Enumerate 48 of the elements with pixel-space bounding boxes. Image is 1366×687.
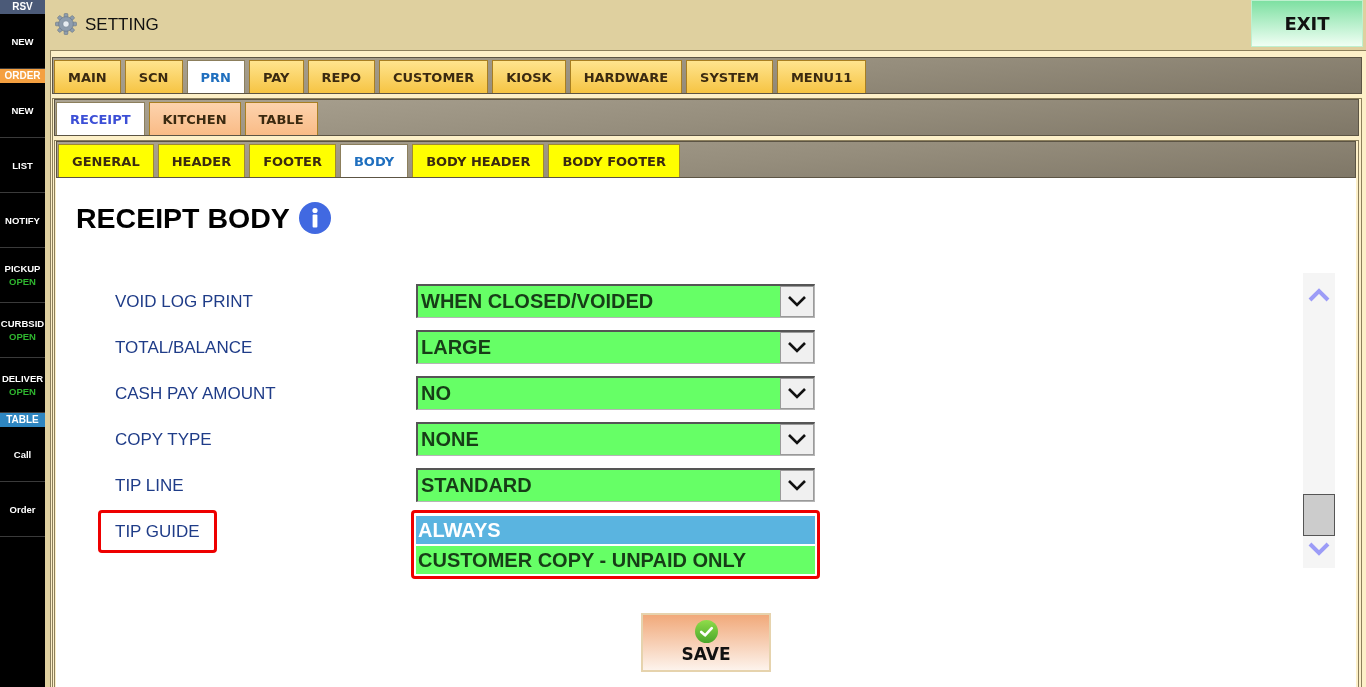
tab[interactable]: PAY [248,60,304,93]
save-button[interactable]: SAVE [641,613,771,672]
scrollbar-thumb[interactable] [1303,494,1335,536]
tab[interactable]: RECEIPT [56,102,145,135]
tab[interactable]: HARDWARE [569,60,683,93]
info-icon[interactable] [298,202,331,234]
tab[interactable]: MAIN [54,60,121,93]
setting-label: TIP LINE [115,475,184,497]
dropdown[interactable]: NONE [416,422,815,456]
sidebar-section-header: RSV [0,0,45,14]
setting-label: CASH PAY AMOUNT [115,383,276,405]
setting-label: COPY TYPE [115,429,212,451]
check-circle-icon [694,620,718,643]
dropdown[interactable]: WHEN CLOSED/VOIDED [416,284,815,318]
tab[interactable]: PRN [186,60,245,93]
tab[interactable]: CUSTOMER [379,60,489,93]
tab[interactable]: SYSTEM [686,60,773,93]
tab[interactable]: SCN [124,60,183,93]
setting-label: TIP GUIDE [98,510,217,553]
exit-button[interactable]: EXIT [1251,0,1363,47]
chevron-down-icon[interactable] [780,286,814,317]
tab[interactable]: GENERAL [58,144,154,177]
chevron-down-icon[interactable] [780,470,814,501]
dropdown[interactable]: NO [416,376,815,410]
scrollbar[interactable] [1303,273,1335,568]
chevron-down-icon[interactable] [780,424,814,455]
tab[interactable]: TABLE [244,102,318,135]
list-option[interactable]: CUSTOMER COPY - UNPAID ONLY [416,546,815,574]
tab[interactable]: HEADER [157,144,246,177]
tab[interactable]: KITCHEN [148,102,241,135]
tab[interactable]: MENU11 [776,60,867,93]
tab[interactable]: KIOSK [492,60,566,93]
tab[interactable]: BODY [339,144,409,177]
sidebar-section-header: ORDER [0,69,45,83]
tab[interactable]: FOOTER [249,144,336,177]
page-title: RECEIPT BODY [76,201,290,235]
sidebar-section-header: TABLE [0,413,45,427]
setting-label: TOTAL/BALANCE [115,337,253,359]
chevron-down-icon[interactable] [780,332,814,363]
window-title: SETTING [85,15,159,35]
tab[interactable]: REPO [307,60,375,93]
gear-icon [55,13,77,35]
dropdown[interactable]: STANDARD [416,468,815,502]
chevron-down-icon[interactable] [780,378,814,409]
tab[interactable]: BODY FOOTER [548,144,680,177]
setting-label: VOID LOG PRINT [115,291,253,313]
dropdown[interactable]: LARGE [416,330,815,364]
tab[interactable]: BODY HEADER [412,144,545,177]
